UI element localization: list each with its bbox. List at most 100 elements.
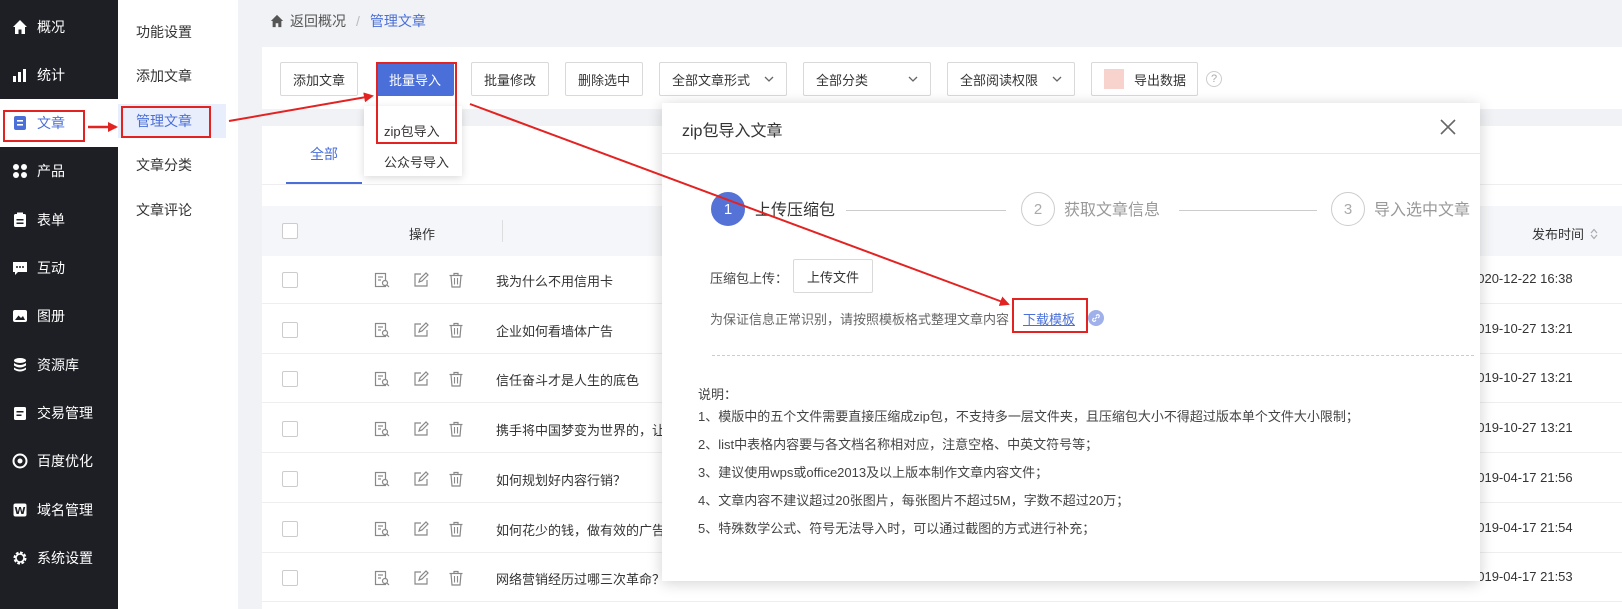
publish-date: 2019-04-17 21:56 <box>1470 469 1573 485</box>
row-checkbox[interactable] <box>282 570 298 587</box>
delete-icon[interactable] <box>448 322 464 338</box>
nav-item-transactions[interactable]: 交易管理 <box>0 389 118 437</box>
nav-item-label: 互动 <box>37 260 65 276</box>
header-publish-date[interactable]: 发布时间 <box>1532 224 1598 243</box>
nav-item-label: 系统设置 <box>37 550 93 566</box>
note-item: 4、文章内容不建议超过20张图片，每张图片不超过5M，字数不超过20万； <box>698 493 1130 508</box>
row-checkbox[interactable] <box>282 520 298 537</box>
row-checkbox[interactable] <box>282 421 298 438</box>
nav-item-statistics[interactable]: 统计 <box>0 51 118 99</box>
preview-icon[interactable] <box>374 322 390 338</box>
nav-item-seo[interactable]: 百度优化 <box>0 437 118 485</box>
edit-icon[interactable] <box>413 421 429 437</box>
preview-icon[interactable] <box>374 371 390 387</box>
toolbar-card <box>262 47 1622 109</box>
nav-item-product[interactable]: 产品 <box>0 147 118 195</box>
tab-all[interactable]: 全部 <box>286 126 362 184</box>
nav-item-label: 百度优化 <box>37 453 93 469</box>
form-icon <box>12 212 28 228</box>
edit-icon[interactable] <box>413 321 429 338</box>
batch-edit-button[interactable]: 批量修改 <box>471 62 549 96</box>
preview-icon[interactable] <box>374 521 390 537</box>
edit-icon[interactable] <box>413 520 429 537</box>
delete-selected-button[interactable]: 删除选中 <box>565 62 643 96</box>
export-label: 导出数据 <box>1134 72 1187 88</box>
subnav-item-manage-articles[interactable]: 管理文章 <box>118 104 226 138</box>
subnav-item-article-comments[interactable]: 文章评论 <box>118 193 226 227</box>
select-value: 全部阅读权限 <box>960 72 1039 88</box>
home-icon <box>270 14 284 28</box>
edit-icon[interactable] <box>413 570 429 586</box>
delete-icon[interactable] <box>448 371 464 387</box>
article-title[interactable]: 我为什么不用信用卡 <box>496 271 613 290</box>
note-item: 5、特殊数学公式、符号无法导入时，可以通过截图的方式进行补充； <box>698 521 1096 536</box>
nav-item-label: 域名管理 <box>37 502 93 518</box>
row-checkbox[interactable] <box>282 371 298 388</box>
row-checkbox[interactable] <box>282 321 298 338</box>
article-title[interactable]: 如何规划好内容行销？ <box>496 470 626 489</box>
grid-icon <box>12 163 28 179</box>
batch-import-button[interactable]: 批量导入 <box>376 62 454 96</box>
preview-icon[interactable] <box>374 471 390 487</box>
upload-file-button[interactable]: 上传文件 <box>793 259 873 293</box>
note-item: 1、模版中的五个文件需要直接压缩成zip包，不支持多一层文件夹，且压缩包大小不得… <box>698 409 1359 424</box>
chevron-down-icon <box>1052 74 1062 84</box>
row-checkbox[interactable] <box>282 272 298 288</box>
nav-item-overview[interactable]: 概况 <box>0 3 118 51</box>
select-value: 全部分类 <box>816 72 869 88</box>
nav-item-article[interactable]: 文章 <box>0 99 118 147</box>
nav-item-album[interactable]: 图册 <box>0 292 118 340</box>
category-filter-select[interactable]: 全部分类 <box>803 62 931 96</box>
publish-date: 2019-04-17 21:53 <box>1470 569 1573 585</box>
nav-item-label: 文章 <box>37 115 65 131</box>
subnav-item-add-article[interactable]: 添加文章 <box>118 59 226 93</box>
nav-item-form[interactable]: 表单 <box>0 196 118 244</box>
close-icon[interactable] <box>1438 117 1458 137</box>
preview-icon[interactable] <box>374 272 390 288</box>
image-icon <box>12 308 28 324</box>
export-data-button[interactable]: 导出数据 <box>1091 62 1198 96</box>
nav-item-resources[interactable]: 资源库 <box>0 341 118 389</box>
delete-icon[interactable] <box>448 421 464 437</box>
delete-icon[interactable] <box>448 471 464 487</box>
link-icon[interactable] <box>1088 310 1104 326</box>
step-2-label: 获取文章信息 <box>1064 202 1161 219</box>
step-3-label: 导入选中文章 <box>1374 202 1471 219</box>
article-title[interactable]: 企业如何看墙体广告 <box>496 321 613 340</box>
breadcrumb-back-link[interactable]: 返回概况 <box>290 11 346 31</box>
delete-icon[interactable] <box>448 570 464 586</box>
article-title[interactable]: 信任奋斗才是人生的底色 <box>496 370 639 389</box>
article-title[interactable]: 携手将中国梦变为世界的，让 <box>496 420 665 439</box>
menu-item-wechat-import[interactable]: 公众号导入 <box>384 152 449 171</box>
step-3-circle: 3 <box>1331 192 1365 226</box>
article-icon <box>12 115 28 131</box>
permission-filter-select[interactable]: 全部阅读权限 <box>947 62 1075 96</box>
subnav-item-article-category[interactable]: 文章分类 <box>118 148 226 182</box>
nav-item-interaction[interactable]: 互动 <box>0 244 118 292</box>
add-article-button[interactable]: 添加文章 <box>280 62 358 96</box>
row-checkbox[interactable] <box>282 470 298 487</box>
edit-icon[interactable] <box>413 272 429 288</box>
article-title[interactable]: 如何花少的钱，做有效的广告 <box>496 520 665 539</box>
step-1-circle: 1 <box>711 192 745 226</box>
delete-icon[interactable] <box>448 272 464 288</box>
chart-icon <box>12 67 28 83</box>
nav-item-domain[interactable]: W 域名管理 <box>0 486 118 534</box>
svg-text:W: W <box>14 506 25 517</box>
menu-item-zip-import[interactable]: zip包导入 <box>384 121 440 140</box>
select-value: 全部文章形式 <box>672 72 751 88</box>
publish-date: 2019-10-27 13:21 <box>1470 420 1573 436</box>
nav-item-settings[interactable]: 系统设置 <box>0 534 118 582</box>
preview-icon[interactable] <box>374 421 390 437</box>
select-all-checkbox[interactable] <box>282 223 298 239</box>
preview-icon[interactable] <box>374 570 390 586</box>
edit-icon[interactable] <box>413 470 429 487</box>
article-title[interactable]: 网络营销经历过哪三次革命？ <box>496 569 665 588</box>
help-icon[interactable]: ? <box>1206 71 1222 87</box>
delete-icon[interactable] <box>448 521 464 537</box>
download-template-link[interactable]: 下载模板 <box>1023 309 1075 328</box>
edit-icon[interactable] <box>413 371 429 387</box>
nav-item-label: 概况 <box>37 19 65 35</box>
subnav-item-feature-settings[interactable]: 功能设置 <box>118 15 226 49</box>
article-form-filter-select[interactable]: 全部文章形式 <box>659 62 787 96</box>
